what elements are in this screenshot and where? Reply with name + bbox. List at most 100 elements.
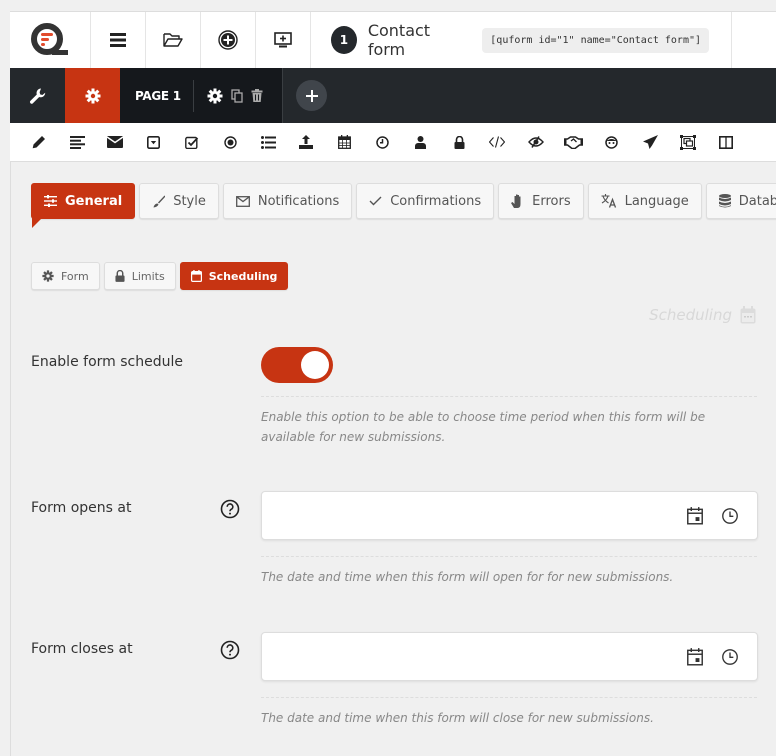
add-date-button[interactable] — [326, 127, 364, 157]
form-tools-button[interactable] — [10, 68, 65, 123]
envelope-outline-icon — [235, 195, 250, 207]
tab-errors[interactable]: Errors — [498, 183, 584, 219]
add-column-button[interactable] — [707, 127, 745, 157]
closes-at-input[interactable] — [262, 633, 662, 680]
add-file-upload-button[interactable] — [287, 127, 325, 157]
tab-errors-label: Errors — [532, 193, 571, 209]
group-icon — [680, 134, 697, 150]
help-icon[interactable] — [220, 640, 240, 660]
lock-icon — [115, 270, 125, 282]
tab-confirmations-label: Confirmations — [390, 193, 482, 209]
add-checkbox-button[interactable] — [173, 127, 211, 157]
code-icon — [489, 136, 506, 148]
help-icon[interactable] — [220, 499, 240, 519]
time-picker-icon[interactable] — [721, 506, 739, 526]
upload-icon — [299, 135, 314, 149]
header-bar: 1 Contact form [quform id="1" name="Cont… — [10, 11, 776, 68]
calendar-picker-icon[interactable] — [686, 647, 704, 667]
database-icon — [718, 194, 731, 208]
add-name-button[interactable] — [402, 127, 440, 157]
tab-notifications[interactable]: Notifications — [222, 183, 353, 219]
plus-icon — [305, 89, 318, 102]
opens-at-field — [261, 491, 758, 540]
subtab-scheduling[interactable]: Scheduling — [179, 262, 289, 290]
page-settings-icon[interactable] — [207, 88, 223, 104]
add-multiselect-button[interactable] — [249, 127, 287, 157]
add-email-button[interactable] — [96, 127, 134, 157]
add-form-button[interactable] — [201, 12, 256, 68]
general-subtabs: Form Limits Scheduling — [31, 262, 289, 290]
enable-schedule-toggle[interactable] — [261, 347, 333, 383]
textarea-icon — [69, 135, 85, 149]
folder-open-icon — [163, 33, 183, 47]
add-text-field-button[interactable] — [20, 127, 58, 157]
calendar-icon — [190, 270, 202, 282]
add-select-button[interactable] — [135, 127, 173, 157]
tab-general[interactable]: General — [31, 183, 136, 228]
form-shortcode[interactable]: [quform id="1" name="Contact form"] — [482, 27, 709, 53]
add-time-button[interactable] — [364, 127, 402, 157]
settings-tabs: General Style Notifications Confirmation… — [31, 183, 776, 228]
gear-icon — [85, 88, 100, 103]
form-number-badge: 1 — [331, 26, 357, 54]
form-title-area: 1 Contact form [quform id="1" name="Cont… — [311, 12, 732, 68]
time-picker-icon[interactable] — [721, 647, 739, 667]
preview-button[interactable] — [256, 12, 311, 68]
add-textarea-button[interactable] — [58, 127, 96, 157]
check-icon — [369, 196, 382, 206]
add-recaptcha-button[interactable] — [593, 127, 631, 157]
handshake-icon — [564, 135, 584, 149]
wrench-icon — [29, 88, 45, 104]
calendar-picker-icon[interactable] — [686, 506, 704, 526]
duplicate-page-icon[interactable] — [231, 88, 243, 103]
subtab-limits[interactable]: Limits — [103, 262, 176, 290]
section-heading-text: Scheduling — [649, 306, 732, 324]
subtab-form-label: Form — [61, 269, 89, 283]
add-radio-button[interactable] — [211, 127, 249, 157]
translate-icon — [601, 194, 616, 208]
brush-icon — [153, 195, 166, 207]
gear-icon — [42, 270, 54, 282]
user-icon — [415, 135, 427, 149]
preview-icon — [274, 32, 292, 48]
lock-icon — [454, 135, 465, 149]
opens-at-description: The date and time when this form will op… — [261, 570, 674, 584]
list-icon — [260, 135, 276, 149]
form-settings-button[interactable] — [65, 68, 120, 123]
tab-notifications-label: Notifications — [257, 193, 340, 209]
sliders-icon — [44, 195, 57, 207]
page-bar: PAGE 1 — [10, 68, 776, 123]
enable-schedule-label: Enable form schedule — [31, 354, 183, 370]
opens-at-input[interactable] — [262, 492, 662, 539]
page-tab[interactable]: PAGE 1 — [120, 68, 283, 123]
pencil-icon — [32, 136, 46, 149]
add-html-button[interactable] — [478, 127, 516, 157]
tab-style-label: Style — [173, 193, 206, 209]
closes-at-label: Form closes at — [31, 641, 133, 657]
subtab-limits-label: Limits — [131, 269, 165, 283]
page-label: PAGE 1 — [135, 79, 194, 112]
hand-icon — [511, 194, 521, 208]
tab-confirmations[interactable]: Confirmations — [356, 183, 495, 219]
subtab-scheduling-label: Scheduling — [208, 269, 278, 283]
enable-schedule-description: Enable this option to be able to choose … — [261, 410, 706, 444]
add-page-button[interactable] — [296, 80, 327, 111]
add-group-button[interactable] — [669, 127, 707, 157]
tab-style[interactable]: Style — [139, 183, 219, 219]
eye-slash-icon — [527, 136, 544, 148]
menu-button[interactable] — [91, 12, 146, 68]
section-heading: Scheduling — [649, 306, 756, 324]
subtab-form[interactable]: Form — [31, 262, 100, 290]
add-submit-button[interactable] — [631, 127, 669, 157]
tab-language-label: Language — [624, 193, 689, 209]
tab-database[interactable]: Database — [705, 183, 776, 219]
divider — [261, 396, 757, 397]
add-captcha-button[interactable] — [555, 127, 593, 157]
add-hidden-button[interactable] — [516, 127, 554, 157]
closes-at-field — [261, 632, 758, 681]
open-form-button[interactable] — [146, 12, 201, 68]
select-icon — [147, 135, 161, 149]
add-password-button[interactable] — [440, 127, 478, 157]
tab-language[interactable]: Language — [587, 183, 702, 219]
delete-page-icon[interactable] — [251, 89, 263, 102]
